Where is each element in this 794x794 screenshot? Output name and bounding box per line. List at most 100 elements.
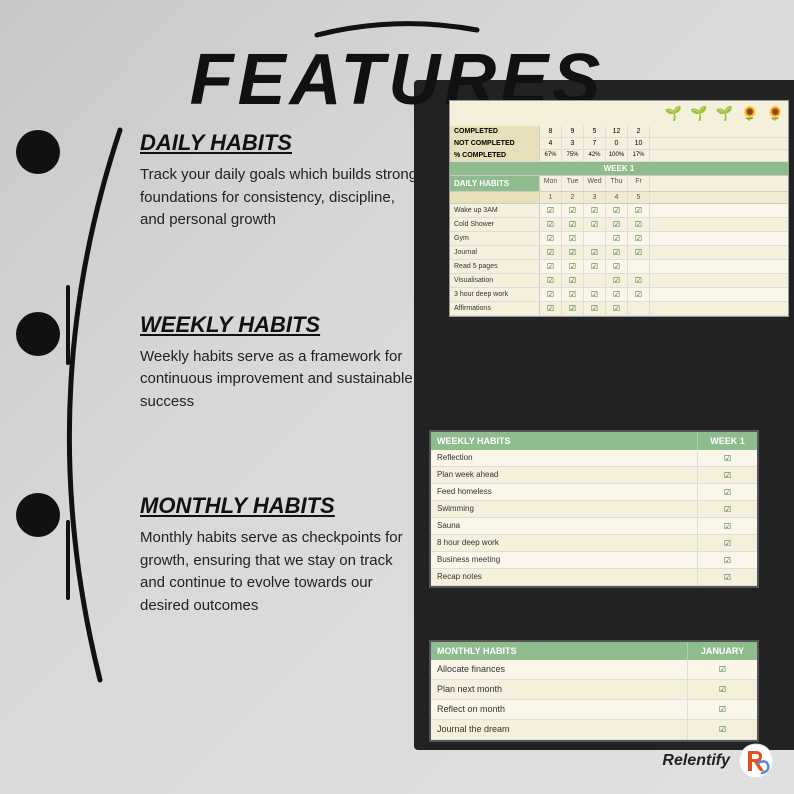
flower-4: 🌻 — [741, 105, 758, 122]
nc-2: 3 — [562, 138, 584, 149]
habit-name-4: Journal — [450, 246, 540, 259]
monthly-check-3: ☑ — [687, 700, 757, 719]
h4-d2: ☑ — [562, 246, 584, 259]
weekly-dot — [16, 312, 60, 356]
habit-row-6: Visualisation ☑ ☑ ☑ ☑ — [450, 274, 788, 288]
h1-d5: ☑ — [628, 204, 650, 217]
h5-d2: ☑ — [562, 260, 584, 273]
completed-label: COMPLETED — [450, 126, 540, 137]
habit-row-4: Journal ☑ ☑ ☑ ☑ ☑ — [450, 246, 788, 260]
daily-dot — [16, 130, 60, 174]
habit-row-3: Gym ☑ ☑ ☑ ☑ — [450, 232, 788, 246]
h6-d3 — [584, 274, 606, 287]
pct-5: 17% — [628, 150, 650, 161]
h7-d4: ☑ — [606, 288, 628, 301]
habit-name-6: Visualisation — [450, 274, 540, 287]
habit-name-2: Cold Shower — [450, 218, 540, 231]
weekly-habit-3: Feed homeless — [431, 484, 697, 500]
stat-4: 12 — [606, 126, 628, 137]
daily-habits-section: DAILY HABITS Track your daily goals whic… — [30, 130, 420, 232]
habit-name-1: Wake up 3AM — [450, 204, 540, 217]
nc-3: 7 — [584, 138, 606, 149]
num-4: 4 — [606, 192, 628, 203]
habit-name-8: Affirmations — [450, 302, 540, 315]
monthly-habits-section: MONTHLY HABITS Monthly habits serve as c… — [30, 493, 420, 617]
week-header: WEEK 1 — [450, 162, 788, 176]
right-panel: 🌱 🌱 🌱 🌻 🌻 COMPLETED 8 9 5 12 2 NOT COMPL… — [424, 90, 794, 740]
h4-d3: ☑ — [584, 246, 606, 259]
h8-d5 — [628, 302, 650, 315]
day-nums-row: 1 2 3 4 5 — [450, 192, 788, 204]
stat-3: 5 — [584, 126, 606, 137]
day-wed: Wed — [584, 176, 606, 191]
weekly-row-4: Swimming ☑ — [431, 501, 757, 518]
flower-1: 🌱 — [665, 105, 682, 122]
h1-d2: ☑ — [562, 204, 584, 217]
weekly-habit-8: Recap notes — [431, 569, 697, 585]
h3-d4: ☑ — [606, 232, 628, 245]
weekly-header-label: WEEKLY HABITS — [431, 432, 697, 450]
daily-habits-sheet: 🌱 🌱 🌱 🌻 🌻 COMPLETED 8 9 5 12 2 NOT COMPL… — [449, 100, 789, 317]
monthly-check-4: ☑ — [687, 720, 757, 739]
h8-d4: ☑ — [606, 302, 628, 315]
h6-d1: ☑ — [540, 274, 562, 287]
weekly-row-1: Reflection ☑ — [431, 450, 757, 467]
weekly-habit-1: Reflection — [431, 450, 697, 466]
h5-d3: ☑ — [584, 260, 606, 273]
stat-1: 8 — [540, 126, 562, 137]
logo-text: Relentify — [662, 752, 730, 770]
nc-1: 4 — [540, 138, 562, 149]
weekly-habits-title: WEEKLY HABITS — [140, 312, 420, 338]
flower-2: 🌱 — [690, 105, 707, 122]
weekly-row-2: Plan week ahead ☑ — [431, 467, 757, 484]
habit-name-7: 3 hour deep work — [450, 288, 540, 301]
h3-d3 — [584, 232, 606, 245]
habit-name-3: Gym — [450, 232, 540, 245]
weekly-row-5: Sauna ☑ — [431, 518, 757, 535]
h2-d3: ☑ — [584, 218, 606, 231]
day-fri: Fr — [628, 176, 650, 191]
monthly-row-3: Reflect on month ☑ — [431, 700, 757, 720]
weekly-header-week: WEEK 1 — [697, 432, 757, 450]
num-2: 2 — [562, 192, 584, 203]
weekly-habits-desc: Weekly habits serve as a framework for c… — [140, 346, 420, 414]
left-content: DAILY HABITS Track your daily goals whic… — [30, 130, 420, 637]
habit-name-5: Read 5 pages — [450, 260, 540, 273]
h8-d2: ☑ — [562, 302, 584, 315]
h2-d4: ☑ — [606, 218, 628, 231]
weekly-habits-sheet: WEEKLY HABITS WEEK 1 Reflection ☑ Plan w… — [429, 430, 759, 588]
h8-d3: ☑ — [584, 302, 606, 315]
h5-d1: ☑ — [540, 260, 562, 273]
num-5: 5 — [628, 192, 650, 203]
h6-d4: ☑ — [606, 274, 628, 287]
stat-2: 9 — [562, 126, 584, 137]
stat-5: 2 — [628, 126, 650, 137]
logo-area: Relentify — [662, 743, 774, 779]
weekly-habit-5: Sauna — [431, 518, 697, 534]
pct-4: 100% — [606, 150, 628, 161]
h4-d1: ☑ — [540, 246, 562, 259]
nc-4: 0 — [606, 138, 628, 149]
h4-d4: ☑ — [606, 246, 628, 259]
h7-d5: ☑ — [628, 288, 650, 301]
h1-d4: ☑ — [606, 204, 628, 217]
weekly-check-8: ☑ — [697, 569, 757, 585]
num-3: 3 — [584, 192, 606, 203]
daily-habits-desc: Track your daily goals which builds stro… — [140, 164, 420, 232]
pct-1: 67% — [540, 150, 562, 161]
flower-3: 🌱 — [716, 105, 733, 122]
daily-habits-title: DAILY HABITS — [140, 130, 420, 156]
monthly-check-2: ☑ — [687, 680, 757, 699]
logo-icon — [738, 743, 774, 779]
h2-d1: ☑ — [540, 218, 562, 231]
h4-d5: ☑ — [628, 246, 650, 259]
weekly-habit-4: Swimming — [431, 501, 697, 517]
weekly-habit-7: Business meeting — [431, 552, 697, 568]
weekly-check-5: ☑ — [697, 518, 757, 534]
weekly-row-8: Recap notes ☑ — [431, 569, 757, 586]
day-mon: Mon — [540, 176, 562, 191]
monthly-header-month: JANUARY — [687, 642, 757, 660]
habit-row-8: Affirmations ☑ ☑ ☑ ☑ — [450, 302, 788, 316]
monthly-row-2: Plan next month ☑ — [431, 680, 757, 700]
habit-row-7: 3 hour deep work ☑ ☑ ☑ ☑ ☑ — [450, 288, 788, 302]
